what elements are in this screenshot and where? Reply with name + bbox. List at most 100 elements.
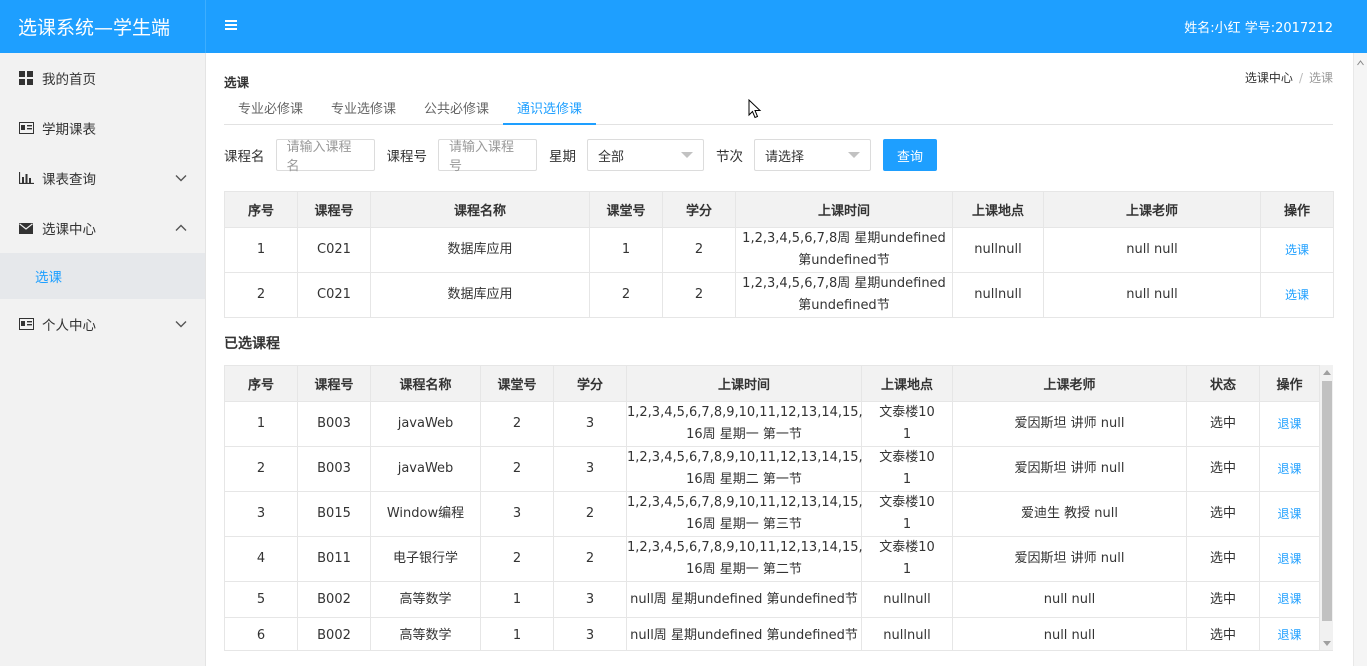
select-course-link[interactable]: 选课	[1285, 243, 1309, 257]
cell-time: null周 星期undefined 第undefined节	[626, 617, 862, 650]
course-no-input[interactable]: 请输入课程号	[438, 139, 537, 174]
cell-time-line: 第undefined节	[798, 253, 890, 268]
drop-course-link[interactable]: 退课	[1277, 592, 1301, 606]
scroll-thumb[interactable]	[1322, 381, 1332, 621]
chevron-down-icon	[175, 175, 187, 182]
scroll-up-icon[interactable]	[1357, 57, 1364, 71]
cell-credit: 3	[553, 401, 627, 447]
cell-code: B015	[297, 491, 371, 537]
cell-teacher: null null	[952, 581, 1187, 618]
query-button[interactable]: 查询	[883, 139, 937, 171]
weekday-select-value: 全部	[598, 149, 625, 165]
chevron-up-icon	[175, 224, 187, 231]
cell-name: javaWeb	[370, 446, 481, 492]
cell-no: 2	[224, 272, 298, 318]
sidebar-item-label: 我的首页	[42, 72, 96, 88]
breadcrumb-item[interactable]: 选课中心	[1245, 71, 1293, 85]
cell-name: 电子银行学	[370, 536, 481, 582]
cell-name: 数据库应用	[370, 272, 590, 318]
cell-class: 2	[480, 536, 554, 582]
cell-action: 退课	[1259, 536, 1320, 582]
sidebar-subitem-course-select[interactable]: 选课	[0, 253, 205, 299]
cell-class: 2	[589, 272, 663, 318]
cell-no: 5	[224, 581, 298, 618]
cell-code: C021	[297, 272, 371, 318]
cell-action: 选课	[1260, 227, 1334, 273]
cell-status: 选中	[1186, 446, 1260, 492]
column-header: 课程号	[297, 191, 371, 228]
period-select[interactable]: 请选择	[754, 139, 871, 171]
page-scrollbar[interactable]	[1353, 53, 1367, 666]
table-row: 1 B003 javaWeb 2 3 1,2,3,4,5,6,7,8,9,10,…	[224, 401, 1320, 447]
column-header: 操作	[1259, 365, 1320, 402]
menu-toggle-icon[interactable]	[225, 16, 241, 34]
drop-course-link[interactable]: 退课	[1277, 417, 1301, 431]
cell-code: B002	[297, 617, 371, 650]
cell-place-line: 1	[902, 427, 912, 442]
tab-major-elective[interactable]: 专业选修课	[317, 91, 410, 125]
sidebar-item-personal-center[interactable]: 个人中心	[0, 299, 205, 349]
drop-course-link[interactable]: 退课	[1277, 552, 1301, 566]
sidebar-item-course-center[interactable]: 选课中心	[0, 203, 205, 253]
column-header: 课堂号	[480, 365, 554, 402]
tab-general-elective[interactable]: 通识选修课	[503, 91, 597, 125]
table-row: 6 B002 高等数学 1 3 null周 星期undefined 第undef…	[224, 617, 1320, 650]
period-select-value: 请选择	[765, 149, 805, 165]
column-header: 上课时间	[735, 191, 953, 228]
cell-code: C021	[297, 227, 371, 273]
chevron-down-icon	[175, 321, 187, 328]
weekday-select[interactable]: 全部	[587, 139, 704, 171]
cell-code: B003	[297, 401, 371, 447]
cell-no: 1	[224, 401, 298, 447]
drop-course-link[interactable]: 退课	[1277, 628, 1301, 642]
cell-teacher: null null	[952, 617, 1187, 650]
table-scrollbar[interactable]	[1319, 365, 1333, 650]
cell-action: 退课	[1259, 617, 1320, 650]
envelope-icon	[18, 221, 34, 235]
sidebar-item-label: 个人中心	[42, 318, 96, 334]
course-name-input[interactable]: 请输入课程名	[275, 139, 375, 174]
column-header: 上课地点	[861, 365, 953, 402]
sidebar-item-home[interactable]: 我的首页	[0, 53, 205, 103]
tab-major-required[interactable]: 专业必修课	[224, 91, 317, 125]
cell-no: 4	[224, 536, 298, 582]
table-header-row: 序号 课程号 课程名称 课堂号 学分 上课时间 上课地点 上课老师 状态 操作	[224, 365, 1320, 402]
cell-class: 1	[480, 581, 554, 618]
scroll-up-icon[interactable]	[1323, 370, 1331, 375]
cell-time-line: 1,2,3,4,5,6,7,8,9,10,11,12,13,14,15,	[627, 495, 863, 510]
cell-credit: 2	[662, 272, 736, 318]
id-card-icon	[18, 317, 34, 331]
cell-time: null周 星期undefined 第undefined节	[626, 581, 862, 618]
cell-code: B011	[297, 536, 371, 582]
cell-teacher: null null	[1043, 227, 1261, 273]
column-header: 课堂号	[589, 191, 663, 228]
course-no-label: 课程号	[386, 149, 428, 165]
drop-course-link[interactable]: 退课	[1277, 462, 1301, 476]
cell-place: 文泰楼10 1	[861, 491, 953, 537]
cell-code: B003	[297, 446, 371, 492]
select-course-link[interactable]: 选课	[1285, 288, 1309, 302]
cell-place-line: 1	[902, 517, 912, 532]
drop-course-link[interactable]: 退课	[1277, 507, 1301, 521]
cell-time-line: 16周 星期一 第三节	[686, 517, 802, 532]
cell-name: Window编程	[370, 491, 481, 537]
breadcrumb-current: 选课	[1308, 71, 1333, 85]
scroll-down-icon[interactable]	[1323, 641, 1331, 646]
period-label: 节次	[716, 149, 743, 165]
tab-public-required[interactable]: 公共必修课	[410, 91, 503, 125]
cell-time-line: 1,2,3,4,5,6,7,8,9,10,11,12,13,14,15,	[627, 450, 863, 465]
cell-teacher: 爱因斯坦 讲师 null	[952, 401, 1187, 447]
course-name-label: 课程名	[224, 149, 265, 165]
column-header: 序号	[224, 365, 298, 402]
cell-time-line: 1,2,3,4,5,6,7,8周 星期undefined	[742, 276, 946, 291]
sidebar-item-schedule-query[interactable]: 课表查询	[0, 153, 205, 203]
cell-place: nullnull	[952, 227, 1044, 273]
cell-status: 选中	[1186, 401, 1260, 447]
cell-time-line: 第undefined节	[798, 298, 890, 313]
column-header: 上课老师	[952, 365, 1187, 402]
cell-status: 选中	[1186, 617, 1260, 650]
sidebar-item-term-schedule[interactable]: 学期课表	[0, 103, 205, 153]
cell-status: 选中	[1186, 581, 1260, 618]
table-row: 5 B002 高等数学 1 3 null周 星期undefined 第undef…	[224, 581, 1320, 618]
cell-credit: 2	[553, 536, 627, 582]
